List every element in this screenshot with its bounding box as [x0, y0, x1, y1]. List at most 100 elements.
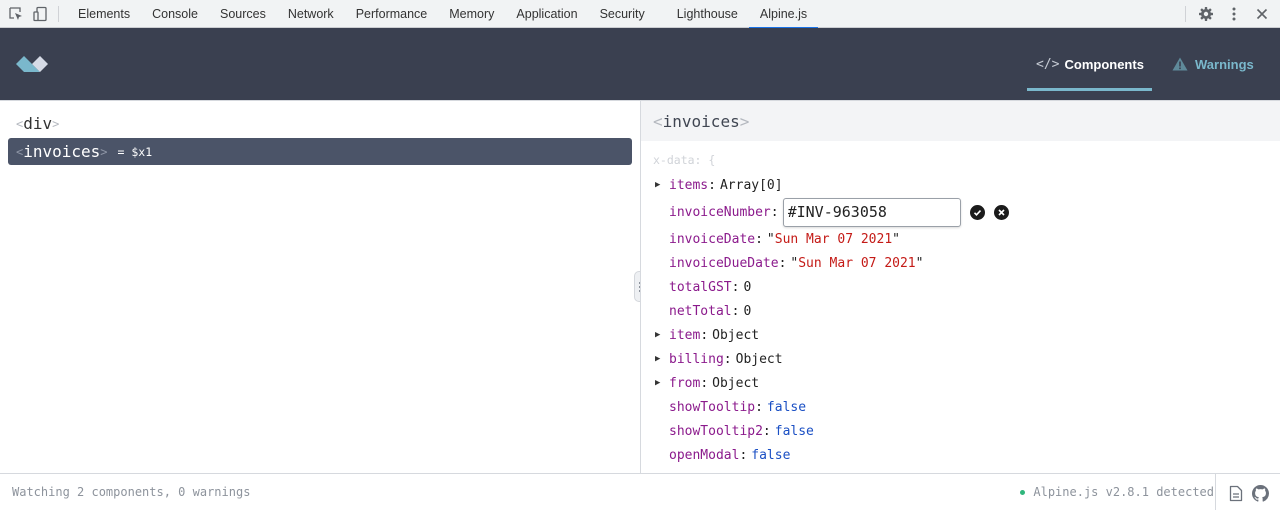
toolbar-divider — [58, 5, 59, 22]
prop-value: false — [774, 423, 814, 439]
more-vertical-icon[interactable] — [1220, 0, 1248, 28]
prop-colon: : — [778, 255, 787, 271]
alpine-version-status: Alpine.js v2.8.1 detected — [1020, 485, 1214, 499]
xdata-label: x-data: { — [653, 153, 716, 167]
quote: " — [766, 231, 775, 247]
tab-lighthouse[interactable]: Lighthouse — [666, 0, 749, 28]
warnings-tab[interactable]: Warnings — [1172, 28, 1254, 100]
footer-divider — [1215, 474, 1216, 510]
prop-value: Sun Mar 07 2021 — [774, 231, 893, 247]
status-footer: Watching 2 components, 0 warnings Alpine… — [0, 473, 1280, 510]
expand-triangle-icon[interactable]: ▶ — [655, 354, 669, 364]
check-circle-icon[interactable] — [969, 204, 985, 220]
quote: " — [892, 231, 900, 247]
alpine-devtools-header: </> Components Warnings — [0, 28, 1280, 100]
prop-colon: : — [708, 177, 716, 193]
prop-value: Array[0] — [719, 177, 783, 193]
prop-colon: : — [770, 204, 779, 220]
tab-memory[interactable]: Memory — [438, 0, 505, 28]
gear-icon[interactable] — [1192, 0, 1220, 28]
prop-colon: : — [755, 399, 763, 415]
prop-key: invoiceDate — [669, 231, 756, 247]
code-icon: </> — [1036, 56, 1060, 72]
component-title: < invoices > — [641, 101, 1280, 141]
prop-key: showTooltip — [669, 399, 756, 415]
prop-row-totalGST[interactable]: totalGST: 0 — [655, 276, 751, 298]
tag-close-bracket: > — [100, 144, 108, 159]
tag-open-bracket: < — [653, 111, 663, 131]
alpine-version-text: Alpine.js v2.8.1 detected — [1033, 485, 1214, 499]
console-ref: = $x1 — [117, 144, 153, 159]
tree-item-tag: div — [23, 114, 53, 133]
tab-security[interactable]: Security — [589, 0, 666, 28]
prop-row-openModal[interactable]: openModal: false — [655, 444, 790, 466]
components-tab-label: Components — [1064, 56, 1144, 72]
prop-key: billing — [669, 351, 724, 367]
tag-open-bracket: < — [16, 144, 24, 159]
prop-key: openModal — [669, 447, 740, 463]
prop-value: Object — [712, 375, 760, 391]
prop-row-item[interactable]: ▶ item: Object — [655, 324, 759, 346]
prop-row-from[interactable]: ▶ from: Object — [655, 372, 759, 394]
prop-value: Sun Mar 07 2021 — [798, 255, 916, 271]
prop-value: 0 — [743, 303, 752, 319]
invoice-number-input[interactable] — [782, 197, 961, 227]
prop-colon: : — [755, 231, 763, 247]
tree-item-tag: invoices — [23, 142, 101, 161]
prop-colon: : — [723, 351, 732, 367]
expand-triangle-icon[interactable]: ▶ — [655, 330, 669, 340]
document-icon[interactable] — [1227, 484, 1245, 502]
toolbar-divider — [1185, 6, 1186, 22]
device-toolbar-icon[interactable] — [28, 0, 52, 28]
prop-colon: : — [731, 279, 740, 295]
expand-triangle-icon[interactable]: ▶ — [655, 180, 669, 190]
prop-row-invoiceDate[interactable]: invoiceDate: " Sun Mar 07 2021 " — [655, 228, 900, 250]
prop-value: false — [766, 399, 807, 415]
prop-key: from — [669, 375, 701, 391]
prop-key: items — [669, 177, 709, 193]
tag-close-bracket: > — [739, 111, 750, 131]
component-title-tag: invoices — [662, 111, 740, 131]
tree-item-div[interactable]: < div > — [8, 110, 632, 137]
tag-open-bracket: < — [16, 116, 24, 131]
prop-value: 0 — [743, 279, 752, 295]
prop-colon: : — [731, 303, 740, 319]
components-tab[interactable]: </> Components — [1027, 28, 1152, 100]
prop-colon: : — [700, 327, 709, 343]
prop-row-billing[interactable]: ▶ billing: Object — [655, 348, 783, 370]
prop-row-netTotal[interactable]: netTotal: 0 — [655, 300, 751, 322]
x-circle-icon[interactable] — [993, 204, 1009, 220]
warnings-tab-label: Warnings — [1195, 56, 1254, 72]
watching-status: Watching 2 components, 0 warnings — [12, 485, 251, 499]
prop-value: Object — [712, 327, 760, 343]
tab-performance[interactable]: Performance — [345, 0, 439, 28]
tab-network[interactable]: Network — [277, 0, 345, 28]
prop-value: false — [751, 447, 791, 463]
prop-key: showTooltip2 — [669, 423, 763, 439]
devtools-tab-bar: Elements Console Sources Network Perform… — [0, 0, 1280, 29]
prop-colon: : — [700, 375, 709, 391]
tab-alpinejs[interactable]: Alpine.js — [748, 0, 819, 29]
quote: " — [915, 255, 924, 271]
prop-key: totalGST — [669, 279, 732, 295]
status-dot-icon — [1020, 489, 1026, 495]
prop-colon: : — [739, 447, 748, 463]
prop-row-items[interactable]: ▶ items: Array[0] — [655, 174, 783, 196]
close-icon[interactable] — [1248, 0, 1276, 28]
prop-row-showTooltip[interactable]: showTooltip: false — [655, 396, 806, 418]
tab-elements[interactable]: Elements — [67, 0, 141, 28]
prop-row-invoiceDueDate[interactable]: invoiceDueDate: " Sun Mar 07 2021 " — [655, 252, 923, 274]
prop-key: netTotal — [669, 303, 732, 319]
tab-application[interactable]: Application — [505, 0, 588, 28]
github-icon[interactable] — [1251, 484, 1269, 502]
alpine-logo — [15, 55, 49, 73]
expand-triangle-icon[interactable]: ▶ — [655, 378, 669, 388]
prop-colon: : — [762, 423, 771, 439]
tab-console[interactable]: Console — [141, 0, 209, 28]
prop-row-showTooltip2[interactable]: showTooltip2: false — [655, 420, 814, 442]
quote: " — [790, 255, 799, 271]
tree-item-invoices[interactable]: < invoices > = $x1 — [8, 138, 632, 165]
prop-key: invoiceNumber — [669, 204, 771, 220]
inspect-element-icon[interactable] — [4, 0, 28, 28]
tab-sources[interactable]: Sources — [209, 0, 277, 28]
